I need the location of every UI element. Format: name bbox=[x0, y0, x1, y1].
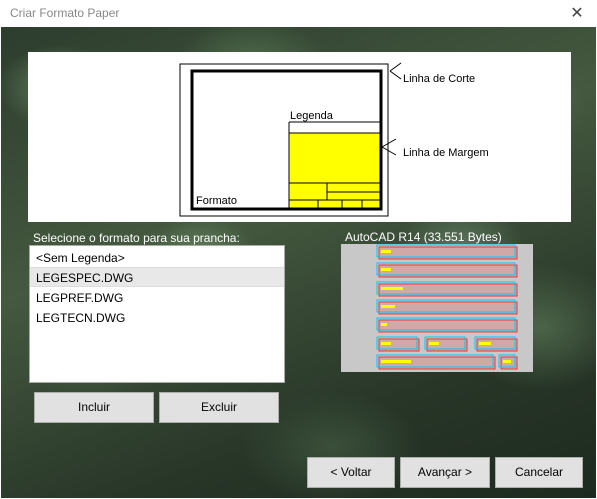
legend-block bbox=[288, 132, 381, 209]
list-item[interactable]: LEGPREF.DWG bbox=[30, 288, 284, 308]
back-button[interactable]: < Voltar bbox=[307, 457, 395, 488]
label-legend: Legenda bbox=[290, 110, 333, 122]
format-listbox[interactable]: <Sem Legenda> LEGESPEC.DWG LEGPREF.DWG L… bbox=[29, 245, 285, 383]
window-title: Criar Formato Paper bbox=[10, 6, 120, 20]
dwg-preview-thumbnail bbox=[341, 244, 533, 372]
list-item[interactable]: LEGTECN.DWG bbox=[30, 308, 284, 328]
list-item-selected[interactable]: LEGESPEC.DWG bbox=[30, 267, 284, 287]
exclude-button[interactable]: Excluir bbox=[159, 392, 279, 423]
format-diagram bbox=[179, 62, 402, 217]
format-diagram-panel: Linha de Corte Linha de Margem Legenda F… bbox=[28, 52, 571, 222]
next-button[interactable]: Avançar > bbox=[400, 457, 490, 488]
label-format: Formato bbox=[196, 195, 237, 207]
dwg-preview-image bbox=[376, 244, 518, 370]
close-icon[interactable]: ✕ bbox=[557, 0, 597, 27]
preview-label: AutoCAD R14 (33.551 Bytes) bbox=[345, 230, 502, 244]
cancel-button[interactable]: Cancelar bbox=[495, 457, 583, 488]
format-list-label: Selecione o formato para sua prancha: bbox=[33, 231, 240, 245]
include-button[interactable]: Incluir bbox=[34, 392, 154, 423]
label-cut-line: Linha de Corte bbox=[403, 73, 476, 85]
dialog-window: Criar Formato Paper ✕ Linha de Corte Lin… bbox=[0, 0, 597, 499]
label-margin-line: Linha de Margem bbox=[403, 147, 489, 159]
list-item[interactable]: <Sem Legenda> bbox=[30, 248, 284, 268]
title-bar: Criar Formato Paper ✕ bbox=[0, 0, 597, 27]
